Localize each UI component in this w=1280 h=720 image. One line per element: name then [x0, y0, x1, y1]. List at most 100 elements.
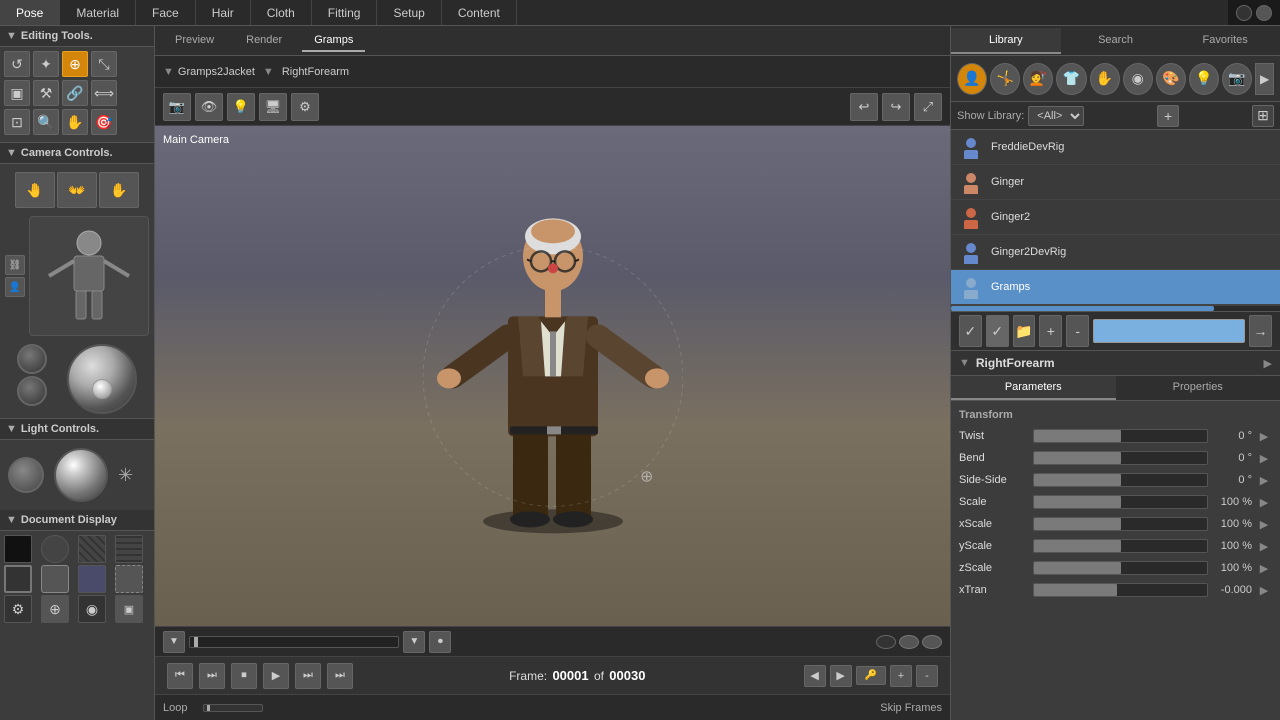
vp-btn-camera[interactable]: 📷	[163, 93, 191, 121]
doc-btn-3[interactable]	[78, 535, 106, 563]
lib-icon-material[interactable]: 🎨	[1156, 63, 1186, 95]
lib-action-remove[interactable]: -	[1066, 315, 1089, 347]
vp-btn-view[interactable]: 👁	[195, 93, 223, 121]
param-expand-xscale[interactable]: ▶	[1256, 516, 1272, 532]
tab-cloth[interactable]: Cloth	[251, 0, 312, 25]
param-slider-sideside[interactable]	[1033, 473, 1208, 487]
btn-go-end[interactable]: ⏭	[327, 663, 353, 689]
cam-head-btn[interactable]: 👤	[5, 277, 25, 297]
param-slider-xtran[interactable]	[1033, 583, 1208, 597]
lib-input-field[interactable]	[1093, 319, 1245, 343]
view-tab-scene[interactable]: Gramps	[302, 30, 365, 52]
lib-item-ginger[interactable]: Ginger	[951, 165, 1280, 200]
param-slider-yscale[interactable]	[1033, 539, 1208, 553]
btn-stop[interactable]: ⏹	[231, 663, 257, 689]
doc-btn-5[interactable]	[4, 565, 32, 593]
anim-collapse[interactable]: ▼	[163, 631, 185, 653]
lib-icon-figure[interactable]: 👤	[957, 63, 987, 95]
view-tab-preview[interactable]: Preview	[163, 30, 226, 52]
tool-ik[interactable]: 🔗	[62, 80, 88, 106]
anim-expand-down[interactable]: ▼	[403, 631, 425, 653]
lib-action-add[interactable]: +	[1039, 315, 1062, 347]
vp-btn-undo[interactable]: ↩	[850, 93, 878, 121]
cam-hand-center[interactable]: 👐	[57, 172, 97, 208]
compass-ball[interactable]	[67, 344, 137, 414]
tool-move[interactable]: ⊕	[62, 51, 88, 77]
anim-record[interactable]: ⏺	[429, 631, 451, 653]
vp-btn-light[interactable]: 💡	[227, 93, 255, 121]
tool-rotate[interactable]: ↺	[4, 51, 30, 77]
lib-action-checkmark[interactable]: ✓	[959, 315, 982, 347]
lib-icon-clothes[interactable]: 👕	[1056, 63, 1086, 95]
vp-btn-display[interactable]: 🖥	[259, 93, 287, 121]
doc-btn-6[interactable]	[41, 565, 69, 593]
param-expand-sideside[interactable]: ▶	[1256, 472, 1272, 488]
tool-symmetry[interactable]: ⟺	[91, 80, 117, 106]
tab-pose[interactable]: Pose	[0, 0, 60, 25]
lib-tab-favorites[interactable]: Favorites	[1170, 28, 1280, 54]
btn-key[interactable]: 🔑	[856, 666, 886, 685]
tool-transform[interactable]: ✦	[33, 51, 59, 77]
filter-add-btn-2[interactable]: ⊞	[1252, 105, 1274, 127]
props-tab-properties[interactable]: Properties	[1116, 376, 1280, 400]
doc-btn-12[interactable]: ▣	[115, 595, 143, 623]
vp-btn-render[interactable]: ⚙	[291, 93, 319, 121]
lib-item-gramps[interactable]: Gramps	[951, 270, 1280, 305]
vp-btn-redo[interactable]: ↪	[882, 93, 910, 121]
props-tab-parameters[interactable]: Parameters	[951, 376, 1116, 400]
btn-prev-frame[interactable]: ◀	[804, 665, 826, 687]
tool-group[interactable]: ▣	[4, 80, 30, 106]
btn-step-fwd[interactable]: ⏭	[295, 663, 321, 689]
tab-fitting[interactable]: Fitting	[312, 0, 378, 25]
props-collapse-arrow[interactable]: ▼	[959, 357, 970, 369]
btn-play[interactable]: ▶	[263, 663, 289, 689]
doc-btn-8[interactable]	[115, 565, 143, 593]
lib-action-folder[interactable]: 📁	[1013, 315, 1036, 347]
doc-btn-1[interactable]	[4, 535, 32, 563]
param-expand-zscale[interactable]: ▶	[1256, 560, 1272, 576]
lib-action-checkmark2[interactable]: ✓	[986, 315, 1009, 347]
param-slider-bend[interactable]	[1033, 451, 1208, 465]
lib-icon-light[interactable]: 💡	[1189, 63, 1219, 95]
tool-joint[interactable]: ⚒	[33, 80, 59, 106]
library-filter-dropdown[interactable]: <All>	[1028, 106, 1084, 126]
dial-right[interactable]	[17, 376, 47, 406]
filter-add-btn[interactable]: +	[1157, 105, 1179, 127]
breadcrumb-jacket[interactable]: Gramps2Jacket	[178, 66, 255, 78]
param-slider-xscale[interactable]	[1033, 517, 1208, 531]
timeline-scrubber[interactable]	[203, 704, 263, 712]
cam-hand-right[interactable]: ✋	[99, 172, 139, 208]
param-slider-zscale[interactable]	[1033, 561, 1208, 575]
lib-tab-search[interactable]: Search	[1061, 28, 1171, 54]
tab-content[interactable]: Content	[442, 0, 517, 25]
lib-item-freddie[interactable]: FreddieDevRig	[951, 130, 1280, 165]
lib-icon-more[interactable]: ▶	[1255, 63, 1274, 95]
lib-action-apply[interactable]: →	[1249, 315, 1272, 347]
btn-del-key[interactable]: -	[916, 665, 938, 687]
param-slider-twist[interactable]	[1033, 429, 1208, 443]
lib-icon-morph[interactable]: ◉	[1123, 63, 1153, 95]
btn-next-frame[interactable]: ▶	[830, 665, 852, 687]
tool-camera-pan[interactable]: 🎯	[91, 109, 117, 135]
vp-btn-fullscreen[interactable]: ⤢	[914, 93, 942, 121]
param-expand-bend[interactable]: ▶	[1256, 450, 1272, 466]
light-dial[interactable]	[8, 457, 44, 493]
tool-pan[interactable]: ✋	[62, 109, 88, 135]
lib-icon-hand[interactable]: ✋	[1090, 63, 1120, 95]
breadcrumb-forearm[interactable]: RightForearm	[282, 66, 349, 78]
lib-icon-camera[interactable]: 📷	[1222, 63, 1252, 95]
lib-item-ginger2[interactable]: Ginger2	[951, 200, 1280, 235]
tab-setup[interactable]: Setup	[377, 0, 441, 25]
param-expand-twist[interactable]: ▶	[1256, 428, 1272, 444]
tab-hair[interactable]: Hair	[196, 0, 251, 25]
doc-btn-2[interactable]	[41, 535, 69, 563]
lib-icon-pose[interactable]: 🤸	[990, 63, 1020, 95]
lib-item-ginger2devrig[interactable]: Ginger2DevRig	[951, 235, 1280, 270]
tool-zoom[interactable]: 🔍	[33, 109, 59, 135]
light-sphere[interactable]	[54, 448, 108, 502]
dial-left[interactable]	[17, 344, 47, 374]
tab-face[interactable]: Face	[136, 0, 196, 25]
sun-icon[interactable]: ✳	[118, 465, 133, 486]
view-tab-render[interactable]: Render	[234, 30, 294, 52]
btn-loop[interactable]: Loop	[163, 702, 187, 714]
